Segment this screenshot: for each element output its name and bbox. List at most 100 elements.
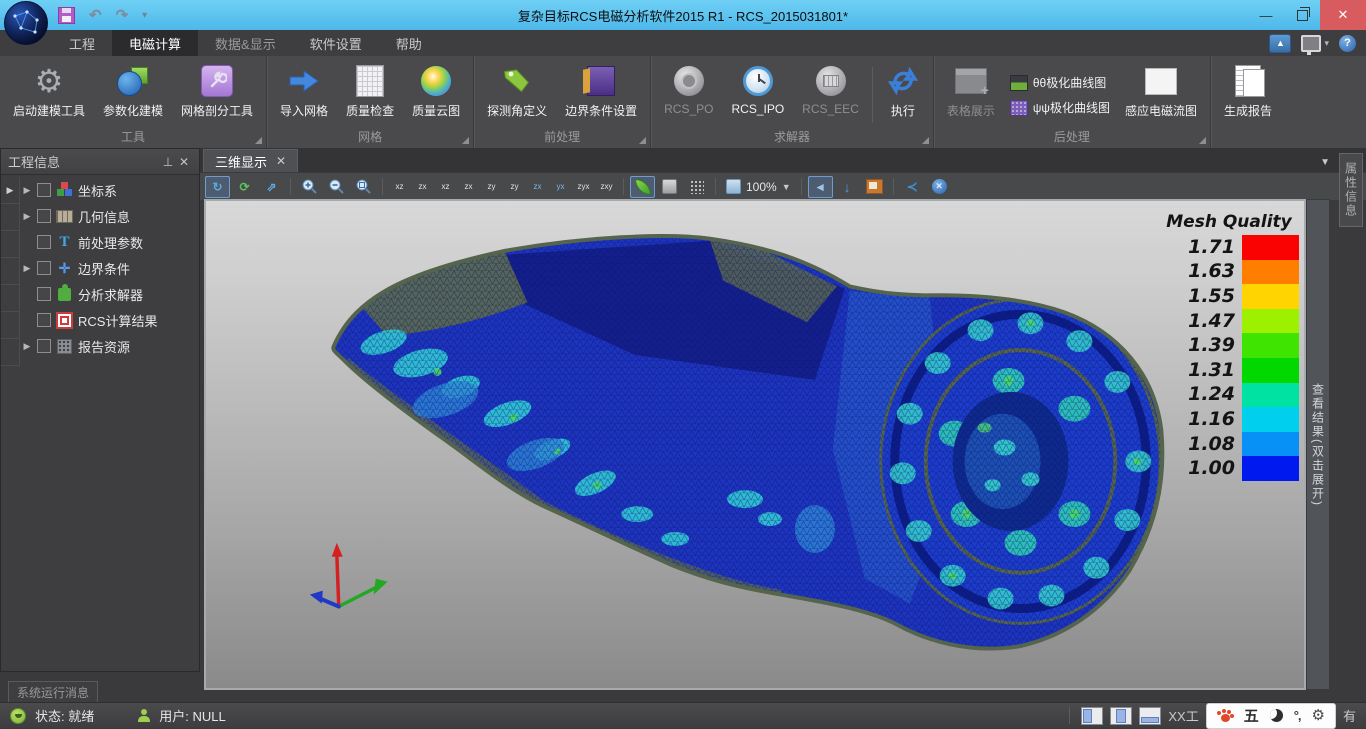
points-render-button[interactable] — [684, 176, 709, 198]
pan-tool-button[interactable]: ⇗ — [259, 176, 284, 198]
view-button-3[interactable]: xz — [435, 176, 456, 198]
viewport-3d-canvas[interactable]: Mesh Quality 1.71 1.63 1.55 1.47 1.39 1.… — [204, 199, 1306, 690]
shaded-render-button[interactable] — [630, 176, 655, 198]
system-messages-tab[interactable]: 系统运行消息 — [8, 681, 98, 703]
checkbox[interactable] — [37, 235, 51, 249]
restore-button[interactable] — [1284, 0, 1320, 30]
ime-settings-icon[interactable]: ⚙ — [1312, 708, 1325, 723]
table-display-button[interactable]: 表格展示 — [938, 61, 1004, 129]
quality-cloud-button[interactable]: 质量云图 — [403, 61, 469, 129]
minimize-button[interactable]: — — [1248, 0, 1284, 30]
group-launcher-icon[interactable] — [639, 137, 646, 144]
legend-values: 1.71 1.63 1.55 1.47 1.39 1.31 1.24 1.16 … — [1188, 235, 1235, 481]
rcs-ipo-button[interactable]: RCS_IPO — [722, 61, 793, 129]
theta-polarization-plot-button[interactable]: θθ极化曲线图 — [1010, 74, 1110, 91]
checkbox[interactable] — [37, 183, 51, 197]
group-launcher-icon[interactable] — [1199, 137, 1206, 144]
layout-center-panel-button[interactable] — [1110, 707, 1132, 725]
collapse-ribbon-button[interactable]: ▲ — [1269, 34, 1291, 53]
results-panel-collapsed-strip[interactable]: 查看结果(双击展开) — [1306, 199, 1330, 690]
tab-help[interactable]: 帮助 — [379, 30, 439, 56]
ime-fullhalf-icon[interactable] — [1270, 709, 1283, 722]
parametric-modeling-button[interactable]: 参数化建模 — [94, 61, 172, 129]
ime-logo-icon[interactable] — [1217, 709, 1233, 723]
view-button-9[interactable]: zyx — [573, 176, 594, 198]
view-button-1[interactable]: xz — [389, 176, 410, 198]
tree-item-solver[interactable]: 分析求解器 — [20, 281, 199, 307]
view-button-5[interactable]: zy — [481, 176, 502, 198]
display-style-icon[interactable] — [1301, 35, 1321, 52]
group-launcher-icon[interactable] — [255, 137, 262, 144]
orbit-tool-button[interactable]: ⟳ — [232, 176, 257, 198]
tree-item-coordinate-system[interactable]: ▶ 坐标系 — [20, 177, 199, 203]
tab-em-compute[interactable]: 电磁计算 — [112, 30, 198, 56]
application-window: { "window": { "title": "复杂目标RCS电磁分析软件201… — [0, 0, 1366, 728]
rcs-po-button[interactable]: RCS_PO — [655, 61, 722, 129]
boundary-settings-button[interactable]: 边界条件设置 — [556, 61, 646, 129]
view-button-10[interactable]: zxy — [596, 176, 617, 198]
group-launcher-icon[interactable] — [462, 137, 469, 144]
tree-item-geometry-info[interactable]: ▶ 几何信息 — [20, 203, 199, 229]
tab-project[interactable]: 工程 — [52, 30, 112, 56]
sphere-square-icon — [116, 64, 150, 98]
expand-icon[interactable]: ▶ — [22, 185, 32, 196]
tab-3d-display[interactable]: 三维显示 ✕ — [203, 149, 298, 172]
help-icon[interactable]: ? — [1339, 35, 1356, 52]
ime-punctuation-button[interactable]: °, — [1294, 708, 1301, 723]
checkbox[interactable] — [37, 287, 51, 301]
expand-icon[interactable]: ▶ — [22, 211, 32, 222]
drop-down-tool-button[interactable]: ↓ — [835, 176, 860, 198]
view-button-8[interactable]: yx — [550, 176, 571, 198]
close-tab-icon[interactable]: ✕ — [276, 154, 286, 168]
execute-button[interactable]: 执行 — [877, 61, 929, 129]
psi-polarization-plot-button[interactable]: ψψ极化曲线图 — [1010, 99, 1110, 116]
close-button[interactable]: ✕ — [1320, 0, 1366, 30]
flow-tool-button[interactable]: ≺ — [900, 176, 925, 198]
checkbox[interactable] — [37, 209, 51, 223]
select-tool-button[interactable]: ◄ — [808, 176, 833, 198]
view-button-2[interactable]: zx — [412, 176, 433, 198]
tab-settings[interactable]: 软件设置 — [293, 30, 379, 56]
induced-current-map-button[interactable]: 感应电磁流图 — [1116, 61, 1206, 129]
display-style-dropdown-icon[interactable]: ▾ — [1324, 38, 1329, 49]
view-button-7[interactable]: zx — [527, 176, 548, 198]
window-capture-button[interactable] — [862, 176, 887, 198]
probe-angle-button[interactable]: 探测角定义 — [478, 61, 556, 129]
quality-check-button[interactable]: 质量检查 — [337, 61, 403, 129]
tree-item-rcs-results[interactable]: RCS计算结果 — [20, 307, 199, 333]
zoom-level-dropdown[interactable]: 100% ▼ — [722, 179, 795, 194]
generate-report-button[interactable]: 生成报告 — [1215, 61, 1281, 129]
tab-list-dropdown-icon[interactable]: ▼ — [1320, 157, 1330, 172]
view-button-4[interactable]: zx — [458, 176, 479, 198]
zoom-out-button[interactable] — [324, 176, 349, 198]
tree-item-preprocess-params[interactable]: T 前处理参数 — [20, 229, 199, 255]
cancel-tool-button[interactable]: ✕ — [927, 176, 952, 198]
ime-mode-button[interactable]: 五 — [1244, 705, 1259, 726]
tree-item-report-resources[interactable]: ▶ 报告资源 — [20, 333, 199, 359]
layout-left-panel-button[interactable] — [1081, 707, 1103, 725]
launch-modeling-tool-button[interactable]: ⚙ 启动建模工具 — [4, 61, 94, 129]
app-logo-icon[interactable] — [4, 1, 48, 45]
rcs-eec-button[interactable]: RCS_EEC — [793, 61, 868, 129]
zoom-in-button[interactable] — [297, 176, 322, 198]
zoom-fit-button[interactable] — [351, 176, 376, 198]
view-button-6[interactable]: zy — [504, 176, 525, 198]
group-launcher-icon[interactable] — [922, 137, 929, 144]
flat-render-button[interactable] — [657, 176, 682, 198]
rotate-tool-button[interactable]: ↻ — [205, 176, 230, 198]
tab-data-display[interactable]: 数据&显示 — [198, 30, 293, 56]
expand-icon[interactable]: ▶ — [22, 263, 32, 274]
import-mesh-button[interactable]: 导入网格 — [271, 61, 337, 129]
mesh-partition-tool-button[interactable]: 网格剖分工具 — [172, 61, 262, 129]
layout-bottom-panel-button[interactable] — [1139, 707, 1161, 725]
checkbox[interactable] — [37, 339, 51, 353]
expand-icon[interactable]: ▶ — [22, 341, 32, 352]
project-info-panel: 工程信息 ⊥ ✕ ▶ ▶ 坐标系 ▶ 几何信息 — [0, 148, 200, 672]
pin-icon[interactable]: ⊥ — [160, 154, 176, 170]
checkbox[interactable] — [37, 313, 51, 327]
close-icon[interactable]: ✕ — [176, 154, 192, 170]
checkbox[interactable] — [37, 261, 51, 275]
properties-panel-tab[interactable]: 属性信息 — [1339, 153, 1363, 227]
tree-item-boundary-conditions[interactable]: ▶ ✛ 边界条件 — [20, 255, 199, 281]
ribbon-tab-bar: 工程 电磁计算 数据&显示 软件设置 帮助 ▲ ▾ ? — [0, 30, 1366, 56]
